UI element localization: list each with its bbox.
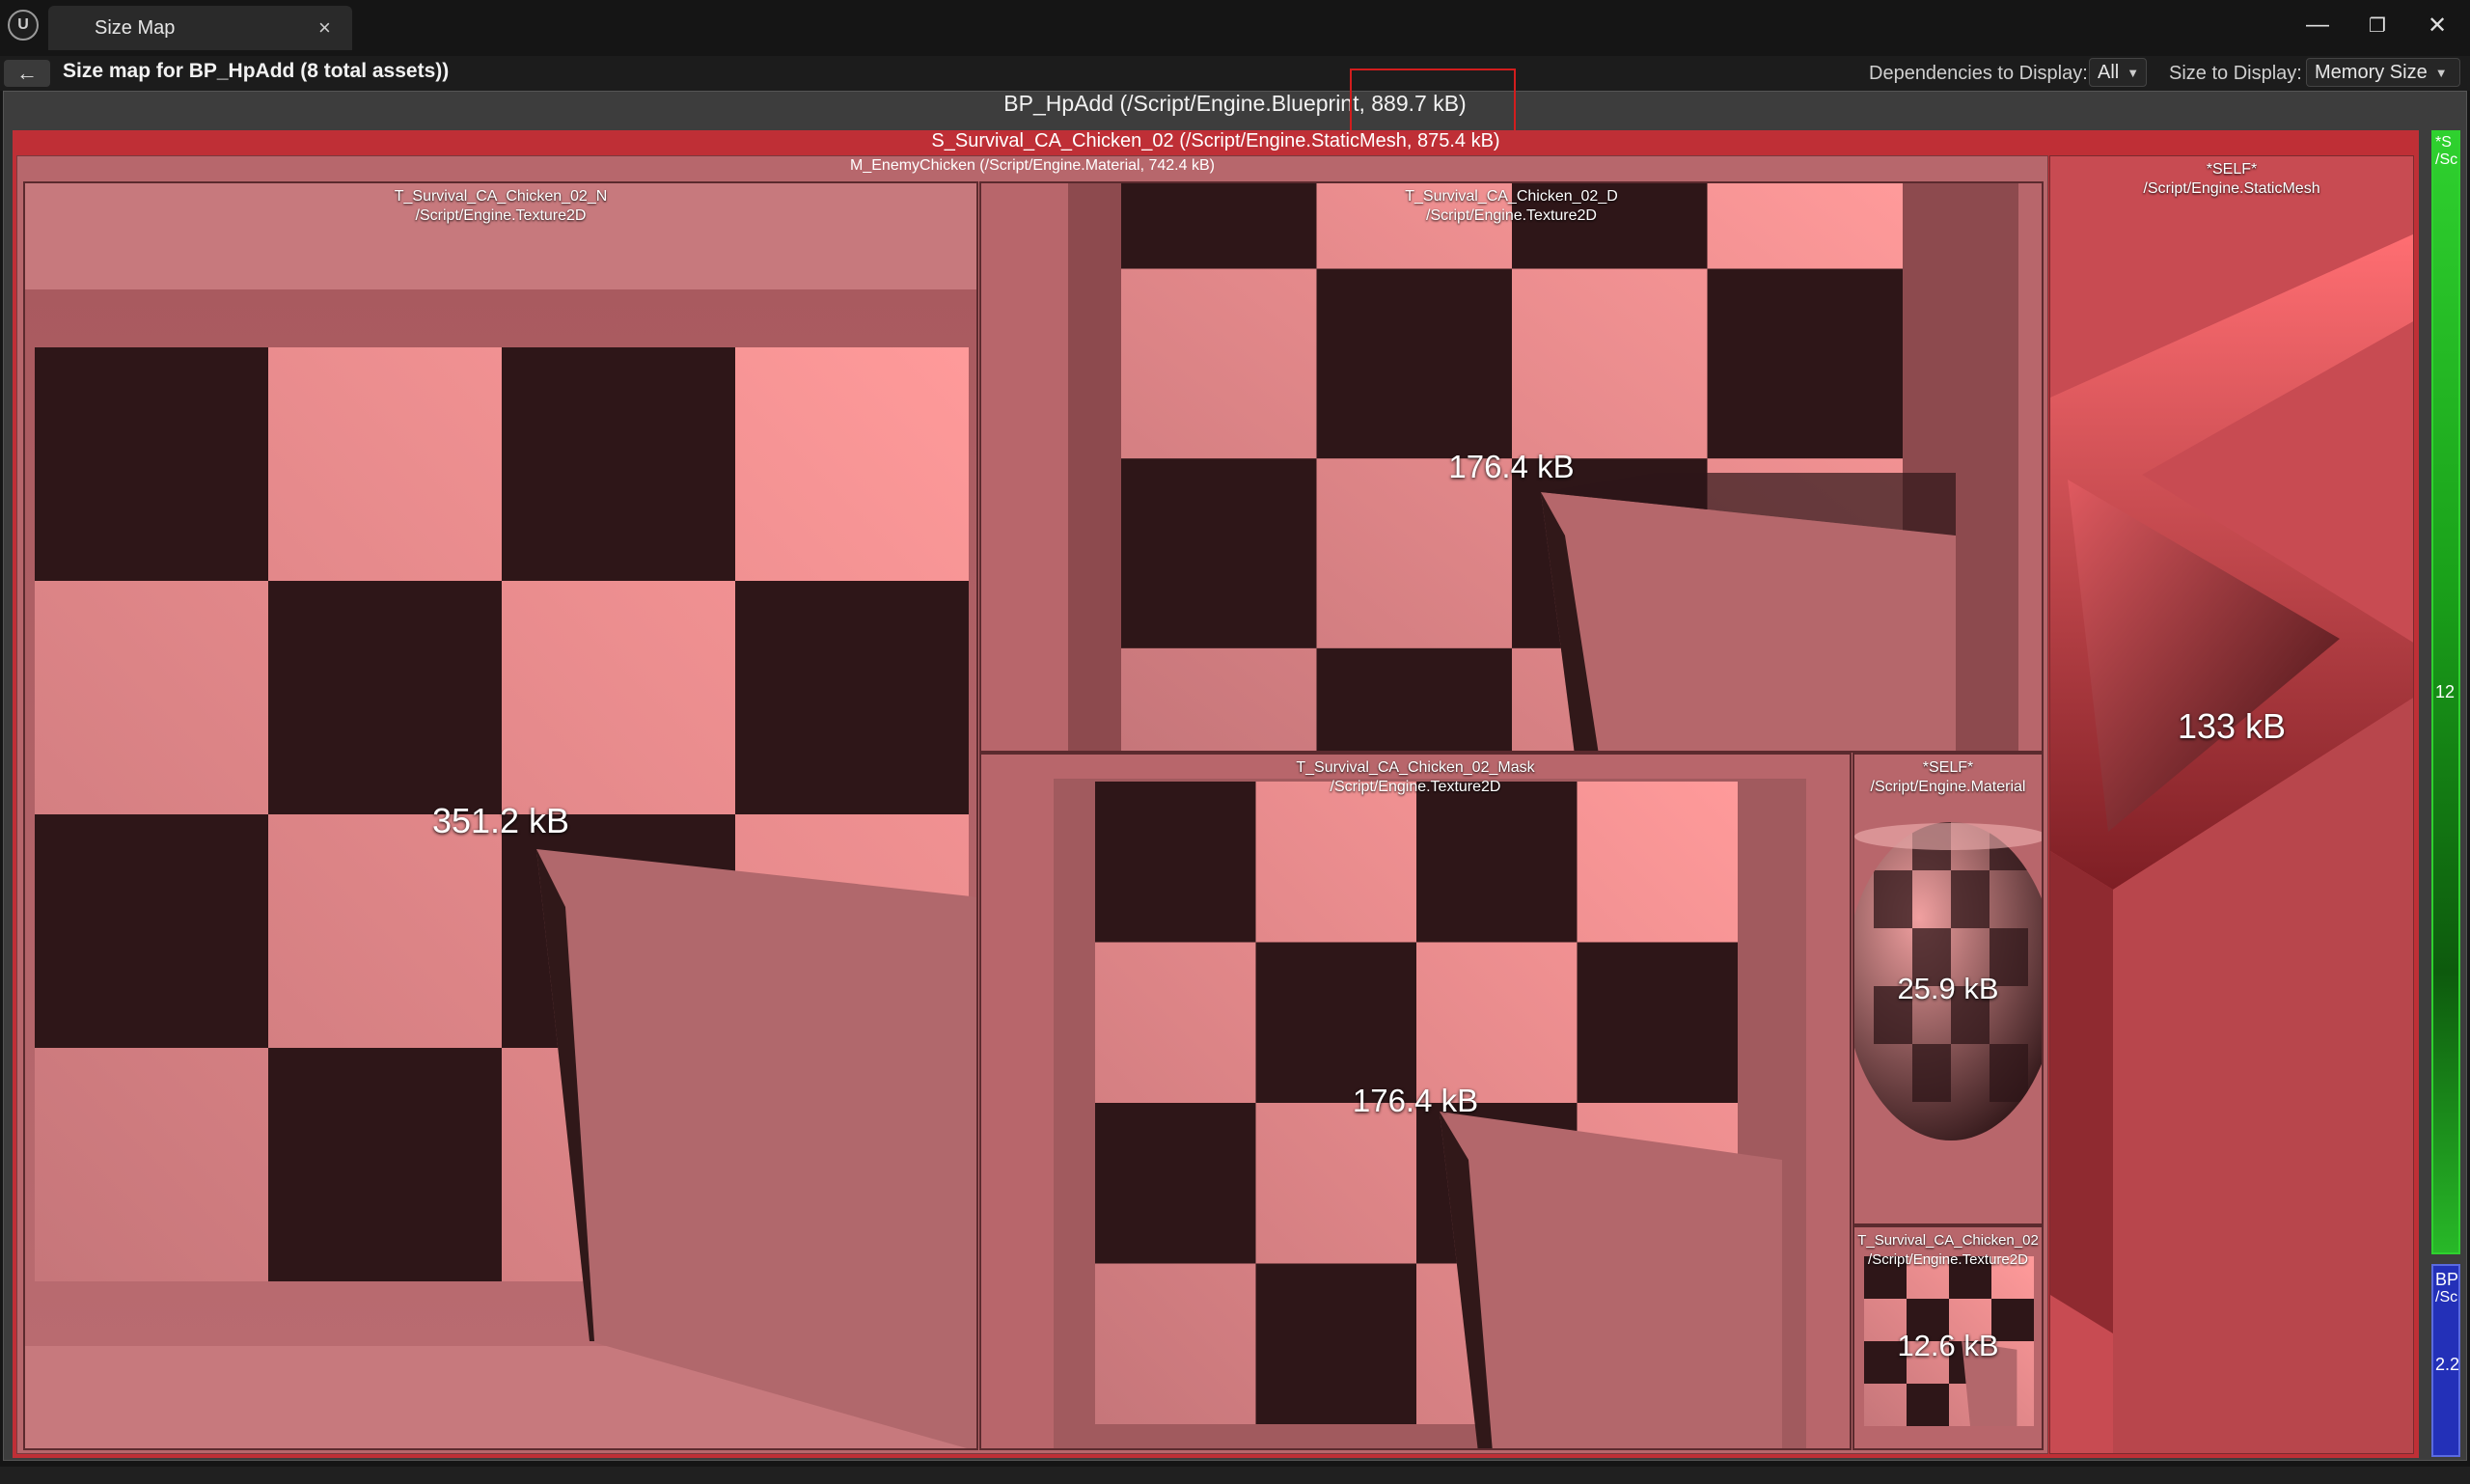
size-to-display-dropdown[interactable]: Memory Size ▼ (2306, 58, 2460, 87)
bottom-bar (0, 1467, 2470, 1484)
texture-d-size: 176.4 kB (1448, 449, 1575, 484)
self-material-name: *SELF* (1922, 759, 1974, 776)
mesh-shape-icon (2050, 234, 2413, 1453)
toolbar: ← Size map for BP_HpAdd (8 total assets)… (0, 56, 2470, 91)
self-mesh-name-block: *SELF* /Script/Engine.StaticMesh (2050, 160, 2413, 199)
green-strip-line2: /Sc (2435, 151, 2458, 168)
texture-d-name-block: T_Survival_CA_Chicken_02_D /Script/Engin… (981, 187, 2042, 226)
texture-n-size: 351.2 kB (431, 801, 570, 840)
blue-strip-line2: /Sc (2435, 1289, 2458, 1305)
self-material-tile[interactable]: *SELF* /Script/Engine.Material 25.9 kB (1852, 753, 2044, 1225)
texture-d-tile[interactable]: T_Survival_CA_Chicken_02_D /Script/Engin… (979, 181, 2044, 753)
texture-n-name-block: T_Survival_CA_Chicken_02_N /Script/Engin… (25, 187, 976, 226)
static-mesh-label: S_Survival_CA_Chicken_02 (/Script/Engine… (931, 130, 1500, 151)
dependencies-value: All (2098, 61, 2120, 83)
texture-n-tile[interactable]: T_Survival_CA_Chicken_02_N /Script/Engin… (23, 181, 978, 1450)
self-material-type: /Script/Engine.Material (1870, 779, 2026, 795)
chevron-down-icon: ▼ (2127, 65, 2140, 80)
size-to-display-label: Size to Display: (2169, 63, 2302, 84)
back-arrow-icon[interactable]: ← (4, 60, 50, 87)
root-asset-label: BP_HpAdd (/Script/Engine.Blueprint, 889.… (1003, 91, 1467, 116)
texture-mask-size: 176.4 kB (1352, 1083, 1479, 1118)
close-tab-icon[interactable]: × (318, 15, 331, 41)
title-bar (0, 0, 2470, 56)
self-mesh-type: /Script/Engine.StaticMesh (2143, 180, 2320, 197)
green-asset-strip[interactable]: *S /Sc 12 (2431, 130, 2460, 1254)
texture-d-name: T_Survival_CA_Chicken_02_D (1405, 188, 1618, 205)
green-strip-line1: *S (2435, 134, 2452, 151)
dependencies-dropdown[interactable]: All ▼ (2089, 58, 2147, 87)
material-label: M_EnemyChicken (/Script/Engine.Material,… (850, 157, 1215, 174)
close-window-button[interactable]: ✕ (2408, 8, 2466, 42)
chevron-down-icon: ▼ (2434, 65, 2448, 80)
self-material-name-block: *SELF* /Script/Engine.Material (1854, 758, 2042, 797)
blue-strip-line1: BP (2435, 1270, 2459, 1289)
texture-n-name: T_Survival_CA_Chicken_02_N (394, 188, 608, 205)
tab-size-map[interactable]: Size Map × (48, 6, 352, 50)
texture-mask-name: T_Survival_CA_Chicken_02_Mask (1296, 759, 1535, 776)
minimize-button[interactable]: — (2289, 8, 2346, 42)
green-strip-value: 12 (2435, 682, 2456, 701)
texture-mask-tile[interactable]: T_Survival_CA_Chicken_02_Mask /Script/En… (979, 753, 1852, 1450)
blue-asset-strip[interactable]: BP /Sc 2.2 (2431, 1264, 2460, 1457)
unreal-logo-icon: U (8, 10, 39, 41)
texture-small-name-block: T_Survival_CA_Chicken_02 /Script/Engine.… (1854, 1231, 2042, 1270)
texture-d-type: /Script/Engine.Texture2D (1426, 207, 1597, 224)
texture-mask-type: /Script/Engine.Texture2D (1330, 779, 1501, 795)
page-title: Size map for BP_HpAdd (8 total assets)) (63, 60, 450, 82)
self-mesh-size: 133 kB (2177, 706, 2287, 746)
highlight-box (1350, 69, 1516, 132)
self-mesh-tile[interactable]: *SELF* /Script/Engine.StaticMesh 133 kB (2049, 155, 2414, 1454)
texture-mask-name-block: T_Survival_CA_Chicken_02_Mask /Script/En… (981, 758, 1850, 797)
texture-small-size: 12.6 kB (1897, 1329, 1999, 1362)
restore-button[interactable]: ❐ (2348, 8, 2406, 42)
texture-small-type: /Script/Engine.Texture2D (1868, 1251, 2028, 1268)
blue-strip-value: 2.2 (2435, 1355, 2460, 1374)
tab-label: Size Map (95, 17, 176, 39)
texture-small-name: T_Survival_CA_Chicken_02 (1857, 1232, 2039, 1249)
self-mesh-name: *SELF* (2206, 161, 2258, 178)
self-material-size: 25.9 kB (1897, 972, 1999, 1005)
dependencies-label: Dependencies to Display: (1869, 63, 2088, 84)
texture-small-tile[interactable]: T_Survival_CA_Chicken_02 /Script/Engine.… (1852, 1225, 2044, 1450)
size-to-display-value: Memory Size (2315, 61, 2428, 83)
texture-n-type: /Script/Engine.Texture2D (415, 207, 587, 224)
